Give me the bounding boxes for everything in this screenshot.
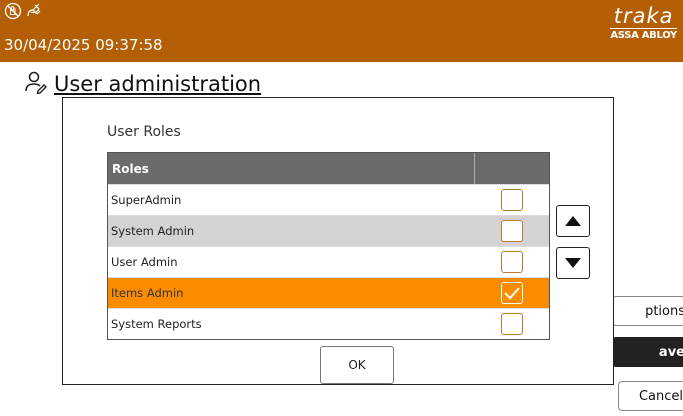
check-cell xyxy=(475,309,549,339)
role-checkbox[interactable] xyxy=(501,220,523,242)
checkmark-icon xyxy=(504,287,520,300)
table-header: Roles xyxy=(108,153,549,184)
column-header-check xyxy=(475,153,549,184)
roles-table: Roles SuperAdmin System Admin User Admin It… xyxy=(107,152,550,340)
role-name: System Reports xyxy=(111,317,202,331)
app-header: 30/04/2025 09:37:58 traka ASSA ABLOY xyxy=(0,0,683,62)
user-roles-dialog: User Roles Roles SuperAdmin System Admin U… xyxy=(62,97,614,385)
role-checkbox[interactable] xyxy=(501,282,523,304)
ok-button[interactable]: OK xyxy=(320,346,394,384)
user-edit-icon xyxy=(24,70,48,98)
no-touch-icon xyxy=(4,2,22,22)
scroll-down-button[interactable] xyxy=(556,247,590,279)
logo-subtitle: ASSA ABLOY xyxy=(610,30,677,41)
table-row[interactable]: SuperAdmin xyxy=(108,184,549,215)
datetime: 30/04/2025 09:37:58 xyxy=(4,36,163,54)
check-cell xyxy=(475,278,549,308)
table-row[interactable]: Items Admin xyxy=(108,277,549,308)
role-name: Items Admin xyxy=(111,286,184,300)
power-plug-icon xyxy=(24,2,42,22)
scroll-up-button[interactable] xyxy=(556,205,590,237)
triangle-down-icon xyxy=(564,254,582,273)
role-name: System Admin xyxy=(111,224,195,238)
logo-brand: traka xyxy=(610,4,677,29)
save-button[interactable]: ave xyxy=(612,337,683,367)
column-header-roles: Roles xyxy=(108,153,475,184)
role-name: User Admin xyxy=(111,255,178,269)
table-row[interactable]: System Admin xyxy=(108,215,549,246)
table-row[interactable]: User Admin xyxy=(108,246,549,277)
triangle-up-icon xyxy=(564,212,582,231)
check-cell xyxy=(475,185,549,215)
check-cell xyxy=(475,247,549,277)
role-name: SuperAdmin xyxy=(111,193,182,207)
role-checkbox[interactable] xyxy=(501,189,523,211)
role-checkbox[interactable] xyxy=(501,251,523,273)
status-icons xyxy=(4,2,42,22)
page-title-text: User administration xyxy=(54,72,262,96)
traka-logo: traka ASSA ABLOY xyxy=(610,4,677,43)
cancel-button[interactable]: Cancel xyxy=(618,381,683,411)
options-button[interactable]: ptions xyxy=(612,296,683,326)
dialog-title: User Roles xyxy=(107,124,181,140)
page-title: User administration xyxy=(24,70,261,98)
table-body: SuperAdmin System Admin User Admin Items Ad… xyxy=(108,184,549,339)
role-checkbox[interactable] xyxy=(501,313,523,335)
check-cell xyxy=(475,216,549,246)
table-row[interactable]: System Reports xyxy=(108,308,549,339)
